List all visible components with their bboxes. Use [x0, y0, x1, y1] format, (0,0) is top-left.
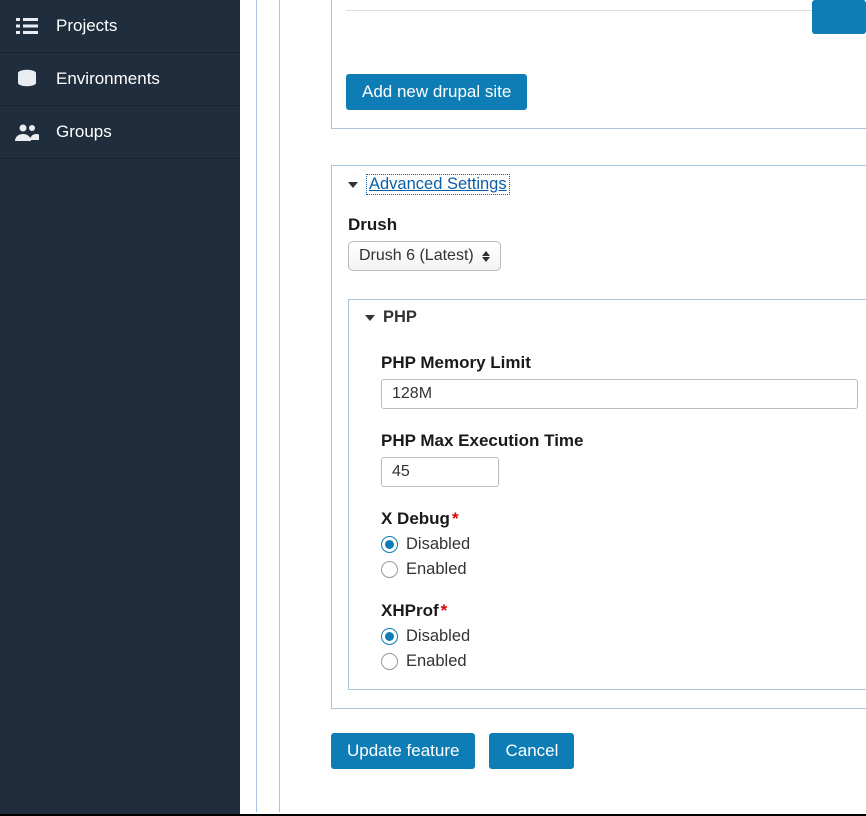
radio-label: Disabled [406, 535, 470, 554]
users-icon [14, 123, 40, 141]
drupal-sites-box: Add new drupal site [331, 0, 866, 129]
advanced-settings-fieldset: Advanced Settings Drush Drush 6 (Latest)… [331, 165, 866, 709]
php-max-exec-group: PHP Max Execution Time [381, 431, 858, 487]
caret-down-icon [365, 315, 375, 321]
update-feature-button[interactable]: Update feature [331, 733, 475, 769]
main-content: Add new drupal site Advanced Settings Dr… [281, 0, 866, 812]
drush-selected-value: Drush 6 (Latest) [359, 247, 474, 265]
partial-button[interactable] [812, 0, 866, 34]
advanced-settings-legend[interactable]: Advanced Settings [332, 166, 866, 203]
advanced-settings-link[interactable]: Advanced Settings [366, 174, 510, 195]
add-drupal-site-button[interactable]: Add new drupal site [346, 74, 527, 110]
php-memory-limit-input[interactable] [381, 379, 858, 409]
sidebar-item-label: Groups [56, 122, 112, 142]
radio-icon[interactable] [381, 653, 398, 670]
sidebar-item-groups[interactable]: Groups [0, 106, 240, 159]
sidebar: Projects Environments Groups [0, 0, 240, 816]
radio-icon[interactable] [381, 561, 398, 578]
php-max-exec-label: PHP Max Execution Time [381, 431, 858, 451]
drush-group: Drush Drush 6 (Latest) [348, 215, 866, 271]
cancel-button[interactable]: Cancel [489, 733, 574, 769]
panel-divider [256, 0, 280, 812]
select-arrows-icon [482, 251, 490, 262]
xdebug-disabled-option[interactable]: Disabled [381, 535, 858, 554]
sidebar-item-label: Projects [56, 16, 117, 36]
xhprof-disabled-option[interactable]: Disabled [381, 627, 858, 646]
database-icon [14, 69, 40, 89]
radio-label: Disabled [406, 627, 470, 646]
list-icon [14, 17, 40, 35]
table-row [346, 10, 866, 50]
caret-down-icon [348, 182, 358, 188]
xdebug-enabled-option[interactable]: Enabled [381, 560, 858, 579]
radio-label: Enabled [406, 560, 467, 579]
radio-label: Enabled [406, 652, 467, 671]
php-fieldset: PHP PHP Memory Limit PHP Max Execution T… [348, 299, 866, 690]
drush-label: Drush [348, 215, 866, 235]
required-marker: * [452, 509, 459, 528]
xhprof-label: XHProf* [381, 601, 858, 621]
php-legend[interactable]: PHP [349, 300, 866, 335]
php-body: PHP Memory Limit PHP Max Execution Time … [349, 335, 866, 689]
form-actions: Update feature Cancel [331, 733, 866, 769]
radio-icon[interactable] [381, 536, 398, 553]
php-memory-limit-group: PHP Memory Limit [381, 353, 858, 409]
xhprof-enabled-option[interactable]: Enabled [381, 652, 858, 671]
sidebar-item-environments[interactable]: Environments [0, 53, 240, 106]
php-max-exec-input[interactable] [381, 457, 499, 487]
radio-icon[interactable] [381, 628, 398, 645]
sidebar-item-projects[interactable]: Projects [0, 0, 240, 53]
php-legend-label: PHP [383, 308, 417, 327]
php-memory-limit-label: PHP Memory Limit [381, 353, 858, 373]
xdebug-group: X Debug* Disabled Enabled [381, 509, 858, 579]
xhprof-group: XHProf* Disabled Enabled [381, 601, 858, 671]
required-marker: * [441, 601, 448, 620]
drush-select[interactable]: Drush 6 (Latest) [348, 241, 501, 271]
advanced-settings-body: Drush Drush 6 (Latest) PHP PHP Memory Li… [332, 203, 866, 708]
sidebar-item-label: Environments [56, 69, 160, 89]
xdebug-label: X Debug* [381, 509, 858, 529]
